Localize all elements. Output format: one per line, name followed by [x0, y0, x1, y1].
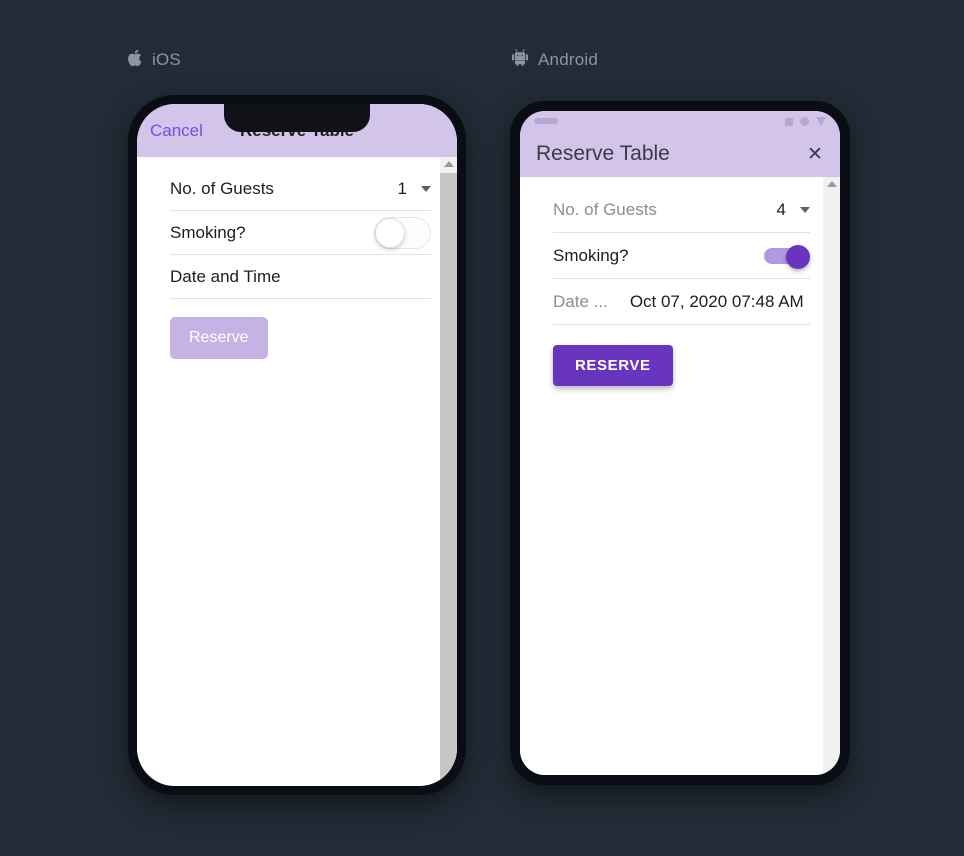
- cancel-button[interactable]: Cancel: [150, 121, 203, 141]
- android-title-row: Reserve Table ✕: [520, 131, 840, 177]
- android-row-guests[interactable]: No. of Guests 4: [553, 187, 810, 233]
- android-guests-value-wrap[interactable]: 4: [777, 200, 810, 220]
- android-row-smoking[interactable]: Smoking?: [553, 233, 810, 279]
- platform-label-text-ios: iOS: [152, 50, 181, 69]
- triangle-status-icon: [816, 117, 826, 126]
- android-app-header: Reserve Table ✕: [520, 111, 840, 177]
- ios-body: No. of Guests 1 Smoking? Date and Time R…: [137, 157, 457, 786]
- platform-label-android: Android: [512, 49, 850, 71]
- ios-row-smoking[interactable]: Smoking?: [170, 211, 431, 255]
- platform-label-ios: iOS: [127, 49, 466, 71]
- close-icon[interactable]: ✕: [803, 142, 827, 166]
- phone-screen-ios: Cancel Reserve Table No. of Guests 1: [137, 104, 457, 786]
- ios-scrollbar-thumb[interactable]: [440, 173, 457, 786]
- circle-status-icon: [800, 117, 809, 126]
- android-reserve-form: No. of Guests 4 Smoking? Date ... Oct 07…: [520, 177, 840, 386]
- phone-frame-android: Reserve Table ✕ No. of Guests 4 Smoking?…: [510, 101, 850, 785]
- apple-logo-icon: [127, 49, 142, 72]
- ios-datetime-label: Date and Time: [170, 266, 281, 286]
- android-scrollbar[interactable]: [823, 177, 840, 775]
- android-status-bar: [520, 111, 840, 131]
- scroll-up-arrow-icon[interactable]: [826, 181, 837, 187]
- android-guests-label: No. of Guests: [553, 199, 657, 219]
- android-smoking-label: Smoking?: [553, 245, 629, 265]
- ios-guests-value-wrap[interactable]: 1: [398, 179, 431, 199]
- ios-reserve-form: No. of Guests 1 Smoking? Date and Time R…: [137, 157, 457, 359]
- android-robot-icon: [512, 49, 528, 71]
- ios-scrollbar[interactable]: [440, 157, 457, 786]
- android-status-icons: [785, 117, 826, 126]
- android-toggle-knob: [786, 244, 810, 269]
- speaker-pill-icon: [534, 118, 558, 124]
- ios-row-guests[interactable]: No. of Guests 1: [170, 167, 431, 211]
- android-guests-value: 4: [776, 199, 786, 219]
- android-row-datetime[interactable]: Date ... Oct 07, 2020 07:48 AM: [553, 279, 810, 325]
- android-datetime-label: Date ...: [553, 291, 608, 311]
- ios-notch: [224, 104, 370, 132]
- scroll-up-arrow-icon[interactable]: [443, 161, 454, 167]
- square-status-icon: [785, 117, 793, 126]
- platform-column-android: Android Reserve Table ✕ No. of Guests 4 …: [495, 0, 850, 785]
- android-reserve-button[interactable]: RESERVE: [553, 345, 673, 386]
- phone-screen-android: Reserve Table ✕ No. of Guests 4 Smoking?…: [520, 111, 840, 775]
- phone-frame-ios: Cancel Reserve Table No. of Guests 1: [128, 95, 466, 795]
- android-page-title: Reserve Table: [536, 142, 670, 165]
- chevron-down-icon[interactable]: [421, 185, 431, 192]
- ios-reserve-button[interactable]: Reserve: [170, 317, 268, 359]
- ios-guests-label: No. of Guests: [170, 178, 274, 198]
- android-datetime-value: Oct 07, 2020 07:48 AM: [629, 291, 804, 311]
- ios-row-datetime[interactable]: Date and Time: [170, 255, 431, 299]
- chevron-down-icon[interactable]: [800, 206, 810, 213]
- ios-smoking-toggle[interactable]: [374, 216, 431, 249]
- android-smoking-toggle[interactable]: [762, 244, 810, 269]
- ios-smoking-label: Smoking?: [170, 222, 246, 242]
- ios-guests-value: 1: [397, 178, 407, 198]
- ios-toggle-knob: [375, 217, 405, 248]
- platform-label-text-android: Android: [538, 50, 598, 69]
- platform-column-ios: iOS Cancel Reserve Table No. of Guests: [110, 0, 466, 795]
- android-body: No. of Guests 4 Smoking? Date ... Oct 07…: [520, 177, 840, 775]
